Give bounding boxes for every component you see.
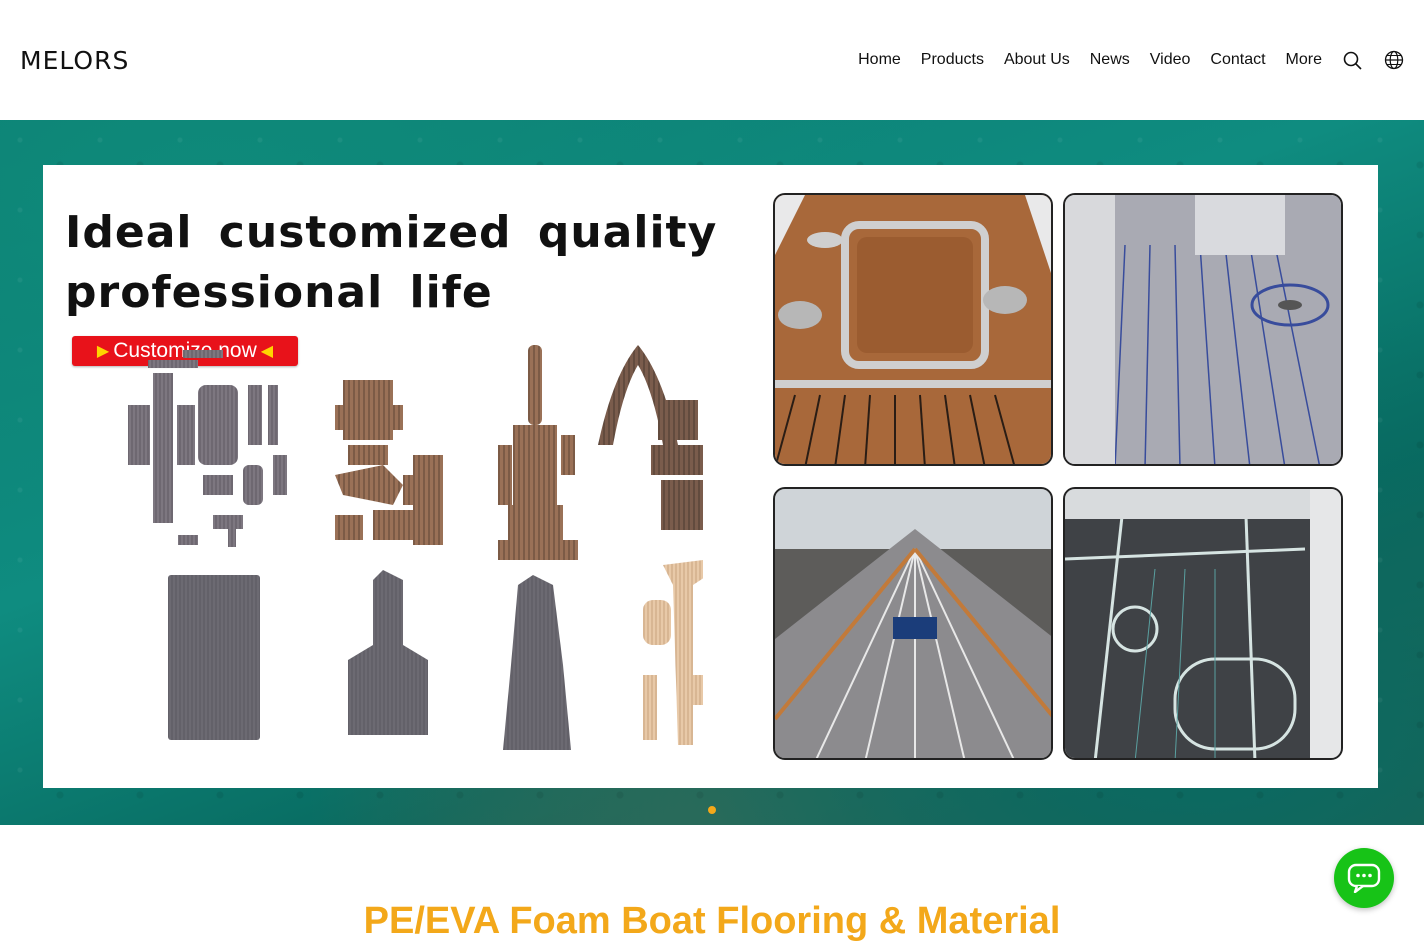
deck-kits-illustration bbox=[128, 345, 703, 750]
deck-photo-sailboat[interactable] bbox=[773, 487, 1053, 760]
deck-photo-dark-grey[interactable] bbox=[1063, 487, 1343, 760]
banner-title: Ideal customized quality professional li… bbox=[65, 203, 725, 323]
carousel-dot-active[interactable] bbox=[708, 806, 716, 814]
nav-contact[interactable]: Contact bbox=[1210, 51, 1265, 69]
nav-more[interactable]: More bbox=[1286, 51, 1322, 69]
banner-title-line2: professional life bbox=[65, 267, 493, 318]
nav-news[interactable]: News bbox=[1090, 51, 1130, 69]
nav-video[interactable]: Video bbox=[1150, 51, 1191, 69]
deck-photo-grey-ruler[interactable] bbox=[1063, 193, 1343, 466]
deck-photo-teak-brown[interactable] bbox=[773, 193, 1053, 466]
nav-products[interactable]: Products bbox=[921, 51, 984, 69]
site-header: MELORS Home Products About Us News Video… bbox=[0, 0, 1424, 120]
nav-home[interactable]: Home bbox=[858, 51, 901, 69]
banner-title-line1: Ideal customized quality bbox=[65, 207, 718, 258]
hero-banner[interactable]: Ideal customized quality professional li… bbox=[43, 165, 1378, 788]
section-title: PE/EVA Foam Boat Flooring & Material bbox=[363, 900, 1061, 942]
nav-about-us[interactable]: About Us bbox=[1004, 51, 1070, 69]
site-logo[interactable]: MELORS bbox=[20, 46, 129, 75]
hero-carousel[interactable]: Ideal customized quality professional li… bbox=[0, 120, 1424, 825]
search-icon[interactable] bbox=[1342, 50, 1363, 71]
globe-icon[interactable] bbox=[1383, 50, 1404, 71]
chat-icon bbox=[1347, 863, 1381, 893]
carousel-pagination bbox=[0, 806, 1424, 814]
chat-button[interactable] bbox=[1334, 848, 1394, 908]
main-nav: Home Products About Us News Video Contac… bbox=[838, 48, 1404, 72]
